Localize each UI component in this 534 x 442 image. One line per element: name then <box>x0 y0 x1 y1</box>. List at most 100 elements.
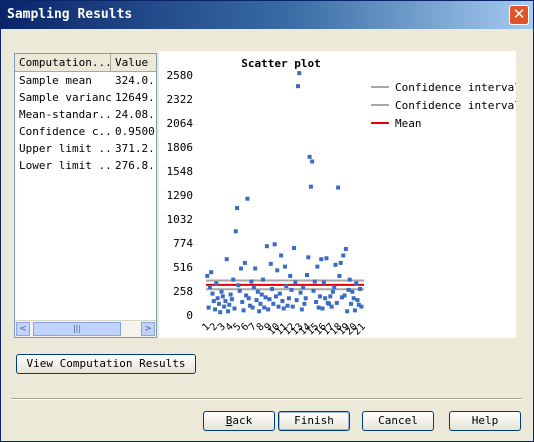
data-point <box>277 291 282 296</box>
back-label: ack <box>232 414 253 427</box>
data-point <box>279 253 284 258</box>
data-point <box>209 270 214 275</box>
scatter-chart: Scatter plot 0 258 516 774 1032 1290 1548 1806 2… <box>159 51 516 338</box>
scroll-right-arrow[interactable]: > <box>141 322 155 336</box>
results-grid[interactable]: Computation... Value Sample mean 324.0. S… <box>14 53 157 338</box>
y-tick-label: 2322 <box>167 93 194 106</box>
y-tick-label: 0 <box>186 309 193 322</box>
data-point <box>320 306 325 311</box>
data-point <box>224 257 229 262</box>
data-point <box>264 244 269 249</box>
data-point <box>305 273 310 277</box>
finish-button[interactable]: Finish <box>278 411 350 431</box>
data-point <box>220 294 225 299</box>
horizontal-scrollbar[interactable]: < ||| > <box>15 320 156 337</box>
data-point <box>334 300 339 305</box>
data-point <box>328 294 333 299</box>
data-point <box>246 296 251 301</box>
data-point <box>266 307 271 312</box>
data-point <box>233 229 238 234</box>
table-row[interactable]: Upper limit ... 371.2. <box>15 140 156 157</box>
data-point <box>232 306 237 311</box>
data-point <box>332 285 337 290</box>
chart-legend: Confidence interval Confidence interval Me… <box>371 81 516 130</box>
data-point <box>245 196 250 201</box>
data-point <box>226 309 231 314</box>
table-row[interactable]: Sample mean 324.0. <box>15 72 156 89</box>
data-point <box>297 71 302 76</box>
data-point <box>260 277 265 282</box>
data-point <box>273 294 278 299</box>
value-cell: 276.8. <box>115 159 155 172</box>
data-point <box>235 206 240 211</box>
data-point <box>236 283 241 288</box>
data-point <box>350 289 355 294</box>
data-point <box>336 185 341 190</box>
computation-cell: Lower limit ... <box>19 159 111 172</box>
title-bar[interactable]: Sampling Results ✕ <box>1 1 533 29</box>
computation-cell: Sample mean <box>19 74 92 87</box>
chevron-left-icon: < <box>19 324 27 334</box>
column-header-computation[interactable]: Computation... <box>15 54 111 71</box>
data-point <box>338 260 343 265</box>
data-point <box>281 306 286 311</box>
data-point <box>285 303 290 308</box>
data-point <box>253 266 258 271</box>
data-point <box>314 299 319 304</box>
column-header-value[interactable]: Value <box>111 54 156 71</box>
data-point <box>330 289 335 294</box>
view-computation-results-button[interactable]: View Computation Results <box>16 354 196 374</box>
data-point <box>329 304 334 309</box>
cancel-button[interactable]: Cancel <box>362 411 434 431</box>
data-point <box>311 288 316 293</box>
data-point <box>249 279 254 284</box>
data-point <box>306 255 311 260</box>
y-tick-label: 1548 <box>167 165 194 178</box>
data-point <box>343 246 348 251</box>
y-tick-label: 258 <box>173 285 193 298</box>
data-point <box>333 262 338 267</box>
table-row[interactable]: Confidence c... 0.9500 <box>15 123 156 140</box>
data-point <box>280 299 285 304</box>
y-tick-label: 1806 <box>167 141 194 154</box>
data-point <box>250 305 255 310</box>
data-point <box>312 279 317 284</box>
data-point <box>342 293 347 298</box>
data-point <box>223 299 228 304</box>
data-point <box>267 297 272 302</box>
grip-icon: ||| <box>72 324 82 333</box>
data-point <box>241 308 246 313</box>
data-point <box>262 305 267 310</box>
table-row[interactable]: Lower limit ... 276.8. <box>15 157 156 174</box>
data-point <box>299 307 304 312</box>
table-row[interactable]: Mean-standar... 24.08. <box>15 106 156 123</box>
sampling-results-dialog: Sampling Results ✕ Computation... Value … <box>0 0 534 442</box>
help-button[interactable]: Help <box>449 411 521 431</box>
table-row[interactable]: Sample variance 12649. <box>15 89 156 106</box>
value-cell: 12649. <box>115 91 155 104</box>
y-tick-label: 774 <box>173 237 193 250</box>
data-point <box>288 273 293 278</box>
data-point <box>354 281 359 286</box>
scroll-left-arrow[interactable]: < <box>16 322 30 336</box>
data-point <box>268 261 273 266</box>
data-point <box>213 307 218 312</box>
close-button[interactable]: ✕ <box>509 5 529 25</box>
data-point <box>258 301 263 306</box>
y-tick-label: 516 <box>173 261 193 274</box>
data-point <box>257 309 262 314</box>
data-point <box>337 273 342 278</box>
data-point <box>346 287 351 292</box>
back-button[interactable]: Back <box>203 411 275 431</box>
data-point <box>316 305 321 310</box>
data-point <box>228 292 233 297</box>
data-point <box>270 286 275 291</box>
scatter-plot-svg: Scatter plot 0 258 516 774 1032 1290 1548 1806 2… <box>167 57 517 338</box>
chevron-right-icon: > <box>144 324 152 334</box>
data-point <box>321 280 326 285</box>
data-point <box>205 273 210 278</box>
data-point <box>292 246 297 251</box>
data-point <box>319 257 324 262</box>
close-icon: ✕ <box>512 5 526 23</box>
scroll-thumb[interactable]: ||| <box>33 322 121 336</box>
